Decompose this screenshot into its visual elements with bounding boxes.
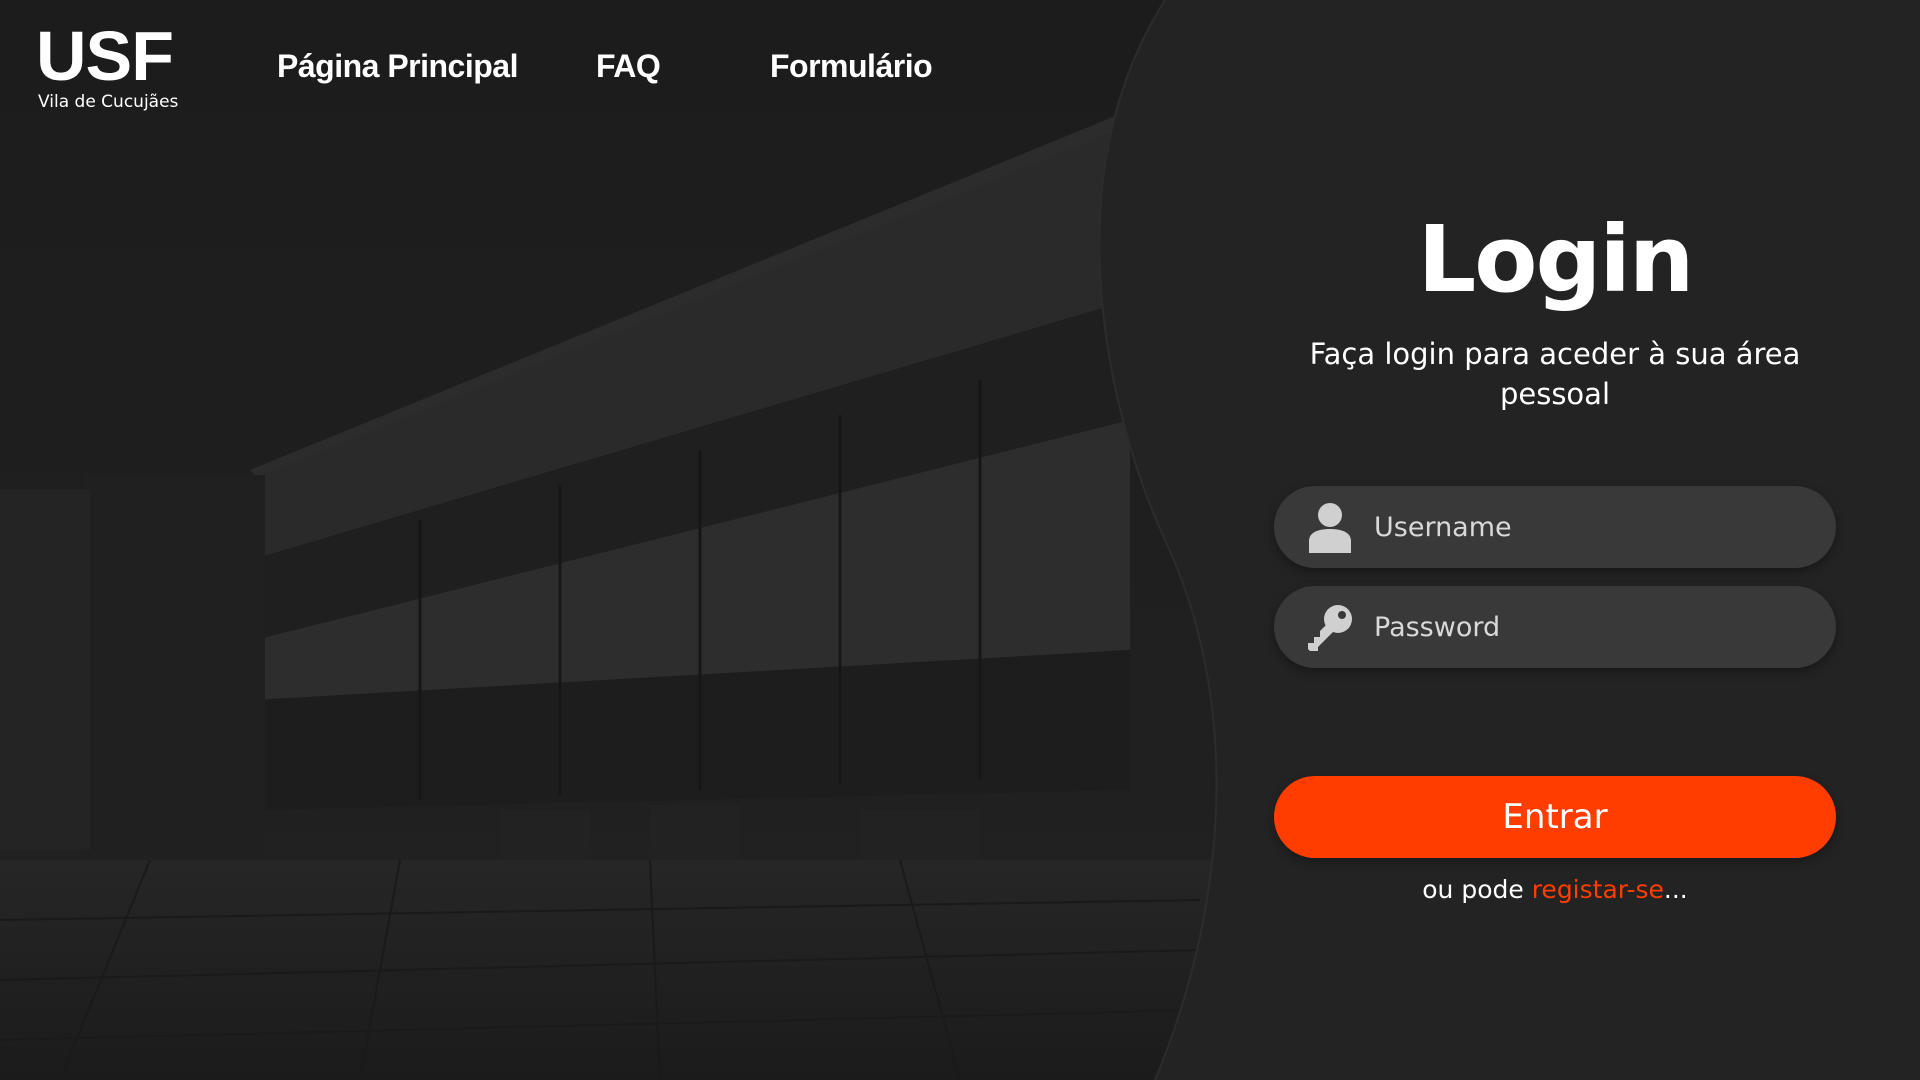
login-title: Login	[1417, 206, 1695, 313]
nav-link-home[interactable]: Página Principal	[277, 48, 518, 85]
username-field[interactable]	[1274, 486, 1836, 568]
logo-subtitle: Vila de Cucujães	[38, 92, 179, 112]
register-prompt: ou pode registar-se...	[1255, 875, 1855, 904]
password-input[interactable]	[1374, 611, 1806, 643]
key-icon	[1304, 601, 1356, 653]
login-subtitle: Faça login para aceder à sua área pessoa…	[1309, 337, 1801, 411]
password-field[interactable]	[1274, 586, 1836, 668]
username-input[interactable]	[1374, 511, 1806, 543]
login-submit-button[interactable]: Entrar	[1274, 776, 1836, 858]
user-icon	[1304, 501, 1356, 553]
nav-link-faq[interactable]: FAQ	[596, 48, 661, 85]
register-prefix: ou pode	[1422, 875, 1532, 904]
nav-link-form[interactable]: Formulário	[770, 48, 933, 85]
logo-text: USF	[36, 17, 174, 95]
register-suffix: ...	[1663, 875, 1688, 904]
site-logo[interactable]: USF Vila de Cucujães	[36, 17, 179, 112]
login-page: USF Vila de Cucujães Página Principal FA…	[0, 0, 1920, 1080]
register-link[interactable]: registar-se	[1532, 875, 1664, 904]
